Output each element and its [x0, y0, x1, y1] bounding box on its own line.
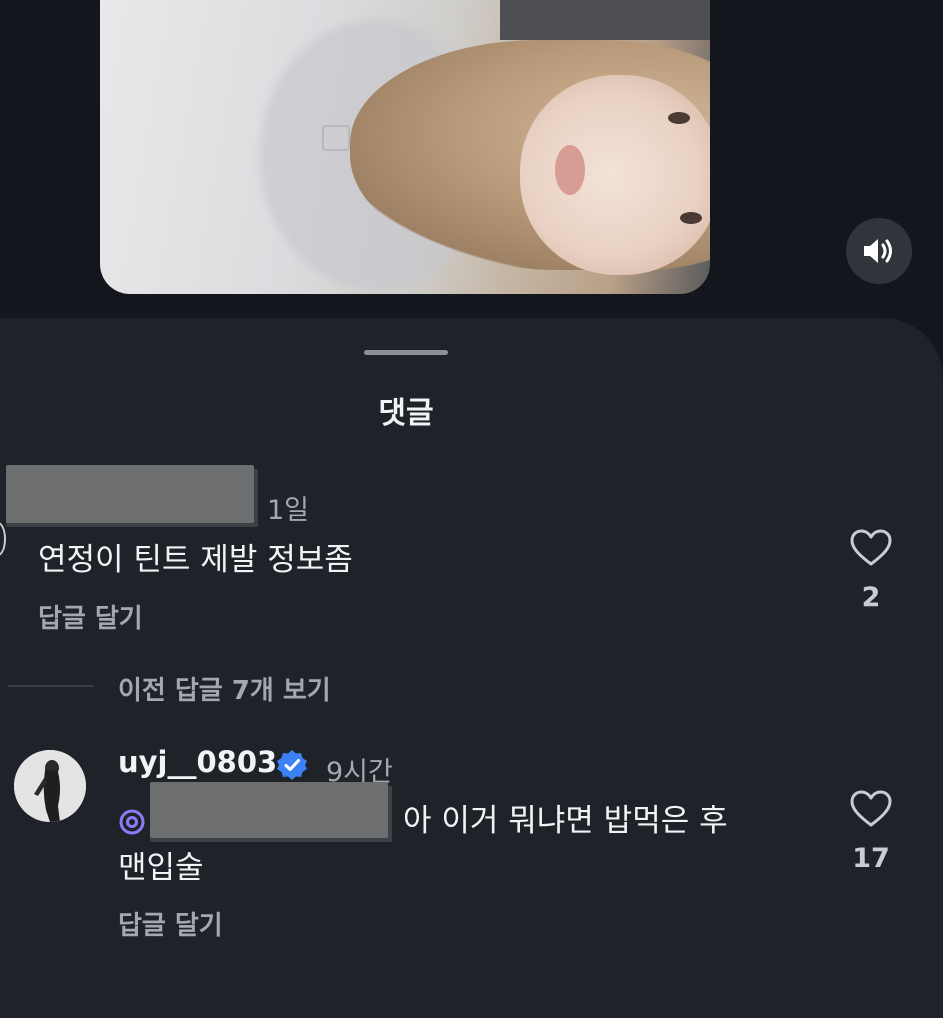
like-count: 2 — [861, 582, 881, 613]
video-player[interactable] — [100, 0, 710, 294]
thread-divider — [8, 685, 94, 687]
drag-handle[interactable] — [364, 350, 448, 355]
sound-toggle-button[interactable] — [846, 218, 912, 284]
threads-mention-icon — [119, 809, 145, 835]
sheet-title: 댓글 — [378, 396, 434, 431]
view-previous-replies-button[interactable]: 이전 답글 7개 보기 — [118, 670, 331, 707]
comment-time: 1일 — [267, 495, 310, 526]
reply-text-line2: 맨입술 — [118, 850, 204, 886]
redacted-username — [6, 465, 254, 523]
heart-icon[interactable] — [849, 528, 893, 568]
comment-text: 연정이 틴트 제발 정보좀 — [38, 542, 353, 578]
verified-badge-icon — [277, 750, 307, 780]
like-count: 17 — [852, 843, 890, 874]
zipper — [322, 125, 350, 151]
reply-button[interactable]: 답글 달기 — [118, 905, 223, 942]
avatar-image — [14, 750, 86, 822]
reply-text-line1: 아 이거 뭐냐면 밥먹은 후 — [403, 803, 728, 839]
volume-icon — [864, 239, 892, 263]
avatar[interactable] — [14, 750, 86, 822]
video-area — [0, 0, 943, 330]
heart-icon[interactable] — [849, 789, 893, 829]
reply-button[interactable]: 답글 달기 — [38, 598, 143, 635]
redacted-mention — [150, 782, 388, 838]
face — [520, 75, 710, 275]
username[interactable]: uyj__0803 — [118, 745, 277, 779]
